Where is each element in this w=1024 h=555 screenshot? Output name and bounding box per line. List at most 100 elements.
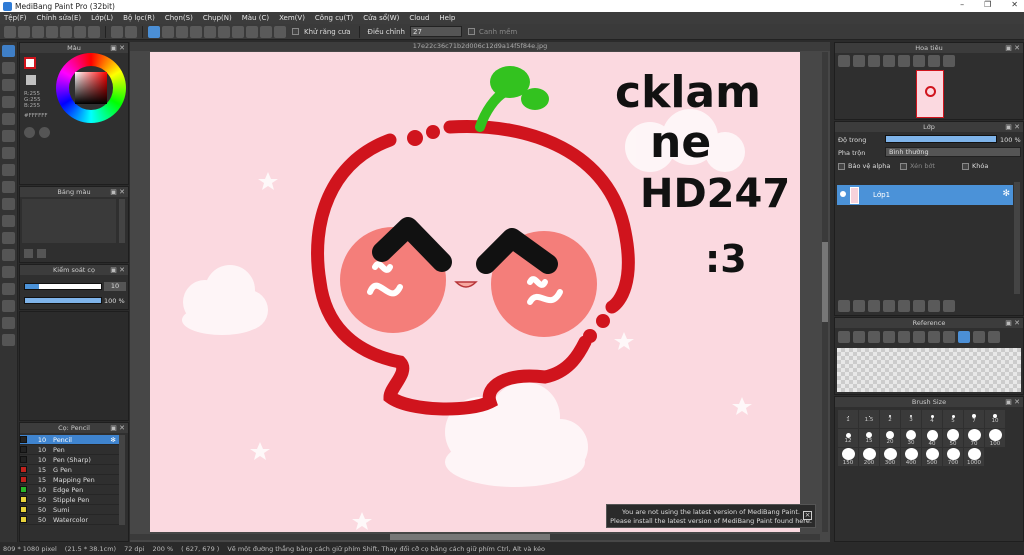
panel-controls-icon[interactable]: ▣ ✕ <box>1005 44 1020 52</box>
color-mode-icon[interactable] <box>24 127 35 138</box>
minimize-button[interactable]: – <box>960 0 964 9</box>
canvas-horizontal-scrollbar[interactable] <box>130 534 820 540</box>
correction-select[interactable]: 27 <box>410 26 462 37</box>
fit-icon[interactable] <box>913 331 925 343</box>
zoom-in-icon[interactable] <box>883 331 895 343</box>
eyedropper-icon[interactable] <box>943 331 955 343</box>
brush-item[interactable]: 10 Edge Pen <box>20 485 120 495</box>
snap-circle-button[interactable] <box>274 25 286 38</box>
duplicate-layer-icon[interactable] <box>913 300 925 312</box>
update-notification[interactable]: You are not using the latest version of … <box>606 504 816 528</box>
fill-shape-icon[interactable] <box>2 130 15 142</box>
size-preset[interactable]: 40 <box>922 429 942 447</box>
rotate-right-icon[interactable] <box>988 331 1000 343</box>
text-tool-icon[interactable] <box>2 266 15 278</box>
flip-icon[interactable] <box>943 55 955 67</box>
actual-size-icon[interactable] <box>883 55 895 67</box>
horizontal-scroll-thumb[interactable] <box>390 534 550 540</box>
share-button[interactable] <box>74 25 86 38</box>
new-file-button[interactable] <box>4 25 16 38</box>
gear-icon[interactable]: ✻ <box>1002 189 1010 199</box>
size-preset[interactable]: 1000 <box>964 448 984 466</box>
trash-icon[interactable] <box>943 300 955 312</box>
dot-tool-icon[interactable] <box>2 79 15 91</box>
hand-icon[interactable] <box>958 331 970 343</box>
merge-layer-icon[interactable] <box>928 300 940 312</box>
brush-item[interactable]: 10 Pen <box>20 445 120 455</box>
snap-parallel-button[interactable] <box>232 25 244 38</box>
maximize-button[interactable]: ❐ <box>984 0 991 9</box>
bucket-tool-icon[interactable] <box>2 147 15 159</box>
notification-close-icon[interactable]: × <box>803 511 812 520</box>
save-button[interactable] <box>46 25 58 38</box>
size-preset[interactable]: 2 <box>880 410 900 428</box>
size-preset[interactable]: 200 <box>859 448 879 466</box>
snap-off-button[interactable] <box>218 25 230 38</box>
select-pen-tool-icon[interactable] <box>2 232 15 244</box>
menu-help[interactable]: Help <box>439 14 455 22</box>
rotate-left-icon[interactable] <box>898 55 910 67</box>
brush-item[interactable]: 10 Pencil ✻ <box>20 435 120 445</box>
size-preset[interactable]: 1.5 <box>859 410 879 428</box>
brush-item[interactable]: 15 G Pen <box>20 465 120 475</box>
brush-size-slider[interactable] <box>24 283 102 290</box>
new-halftone-layer-icon[interactable] <box>853 300 865 312</box>
menu-file[interactable]: Tệp(F) <box>4 14 27 22</box>
layer-scrollbar[interactable] <box>1014 182 1020 294</box>
size-preset[interactable]: 1 <box>838 410 858 428</box>
zoom-out-icon[interactable] <box>853 55 865 67</box>
panel-controls-icon[interactable]: ▣ ✕ <box>110 188 125 196</box>
lock-checkbox[interactable] <box>962 162 969 170</box>
panel-controls-icon[interactable]: ▣ ✕ <box>1005 123 1020 131</box>
fit-icon[interactable] <box>868 55 880 67</box>
canvas-vertical-scrollbar[interactable] <box>822 52 828 532</box>
protect-alpha-checkbox[interactable] <box>838 162 845 170</box>
new-1bit-layer-icon[interactable] <box>883 300 895 312</box>
select-eraser-icon[interactable] <box>2 249 15 261</box>
snap-grid-button[interactable] <box>246 25 258 38</box>
deselect-button[interactable] <box>176 25 188 38</box>
menu-tools[interactable]: Công cụ(T) <box>315 14 353 22</box>
divide-tool-icon[interactable] <box>2 300 15 312</box>
redo-button[interactable] <box>125 25 137 38</box>
menu-layer[interactable]: Lớp(L) <box>91 14 113 22</box>
canvas[interactable]: cklam ne HD247 :3 <box>150 52 800 532</box>
zoom-out-icon[interactable] <box>898 331 910 343</box>
size-preset[interactable]: 15 <box>859 429 879 447</box>
snap-radial-button[interactable] <box>260 25 272 38</box>
size-preset[interactable]: 10 <box>985 410 1005 428</box>
color-wheel[interactable] <box>56 53 126 123</box>
rotate-right-icon[interactable] <box>913 55 925 67</box>
hand-tool-icon[interactable] <box>2 334 15 346</box>
open-reference-icon[interactable] <box>838 331 850 343</box>
size-preset[interactable]: 400 <box>901 448 921 466</box>
cloud-save-button[interactable] <box>60 25 72 38</box>
size-preset[interactable]: 700 <box>943 448 963 466</box>
move-tool-icon[interactable] <box>2 113 15 125</box>
undo-button[interactable] <box>111 25 123 38</box>
size-preset[interactable]: 4 <box>922 410 942 428</box>
menu-filter[interactable]: Bộ lọc(R) <box>123 14 155 22</box>
blend-mode-select[interactable]: Bình thường <box>885 147 1021 157</box>
panel-controls-icon[interactable]: ▣ ✕ <box>110 424 125 432</box>
invert-selection-button[interactable] <box>190 25 202 38</box>
eyedropper-icon[interactable] <box>2 317 15 329</box>
reset-rotation-icon[interactable] <box>928 55 940 67</box>
menu-edit[interactable]: Chỉnh sửa(E) <box>37 14 82 22</box>
brush-item[interactable]: 50 Watercolor <box>20 515 120 525</box>
gradient-tool-icon[interactable] <box>2 164 15 176</box>
panel-controls-icon[interactable]: ▣ ✕ <box>1005 319 1020 327</box>
lasso-select-icon[interactable] <box>2 198 15 210</box>
select-pen-icon[interactable] <box>2 96 15 108</box>
brush-item[interactable]: 50 Sumi <box>20 505 120 515</box>
size-preset[interactable]: 20 <box>880 429 900 447</box>
close-reference-icon[interactable] <box>868 331 880 343</box>
palette-scrollbar[interactable] <box>119 199 125 243</box>
transform-button[interactable] <box>204 25 216 38</box>
size-preset[interactable]: 300 <box>880 448 900 466</box>
zoom-in-icon[interactable] <box>838 55 850 67</box>
navigator-preview[interactable] <box>916 70 944 118</box>
menu-color[interactable]: Màu (C) <box>242 14 269 22</box>
brush-list-scrollbar[interactable] <box>119 435 125 525</box>
export-button[interactable] <box>88 25 100 38</box>
